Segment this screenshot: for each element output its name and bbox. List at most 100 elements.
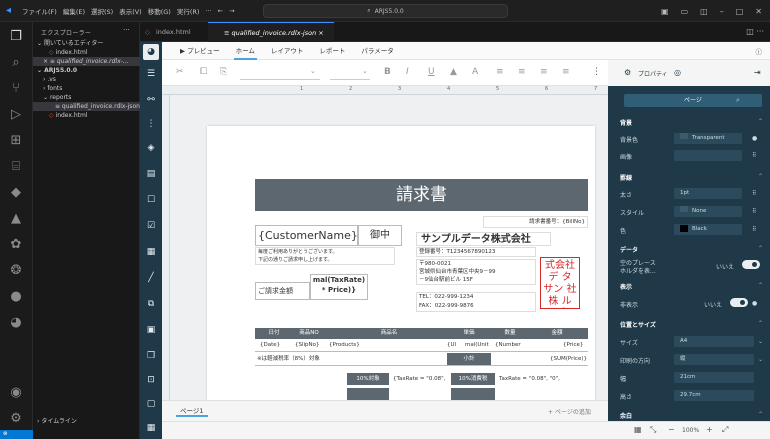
- back-icon[interactable]: ←: [218, 7, 223, 15]
- search-icon[interactable]: ⌕: [7, 54, 25, 72]
- align-center-icon[interactable]: ≡: [518, 67, 526, 77]
- contact-block[interactable]: TEL：022-999-1234 FAX：022-999-9876: [416, 292, 536, 312]
- menu-run[interactable]: 実行(R): [177, 6, 200, 16]
- file-invoice[interactable]: ≡ qualified_invoice.rdlx-json: [33, 102, 140, 111]
- report-page[interactable]: 請求書 請求書番号：{BillNo} {CustomerName} 御中 サンプ…: [207, 126, 595, 400]
- file-index[interactable]: ◇ index.html: [33, 111, 140, 120]
- registration-no[interactable]: 登録番号：T1234567890123: [416, 247, 536, 257]
- company-seal[interactable]: 式会社 デ タ サン 社株 ル プ: [540, 257, 580, 309]
- folder-reports[interactable]: ⌄ reports: [33, 93, 140, 102]
- timeline-header[interactable]: › タイムライン: [33, 417, 140, 426]
- hidden-toggle[interactable]: [730, 298, 748, 307]
- note-row[interactable]: ※は軽減税率（8%）対象 小計 {SUM(Price)}: [255, 353, 588, 366]
- forward-icon[interactable]: →: [229, 7, 234, 15]
- bgcolor-field[interactable]: Transparent: [674, 133, 742, 144]
- section-data[interactable]: データ: [620, 245, 638, 254]
- add-page-button[interactable]: + ページの追加: [548, 407, 591, 416]
- menu-go[interactable]: 移動(G): [148, 6, 171, 16]
- panel-icon[interactable]: ▭: [681, 7, 689, 16]
- grid-toggle-icon[interactable]: ▦: [634, 425, 642, 434]
- fill-color-icon[interactable]: ▲: [450, 67, 457, 77]
- align-right-icon[interactable]: ≡: [540, 67, 548, 77]
- font-family-select[interactable]: [240, 66, 320, 80]
- menu-icon[interactable]: ☰: [143, 66, 159, 82]
- align-left-icon[interactable]: ≡: [496, 67, 504, 77]
- tab-invoice[interactable]: ≡ qualified_invoice.rdlx-json ×: [208, 22, 334, 42]
- zoom-out-icon[interactable]: −: [668, 425, 675, 434]
- zoom-level[interactable]: 100%: [682, 427, 699, 434]
- design-canvas[interactable]: 請求書 請求書番号：{BillNo} {CustomerName} 御中 サンプ…: [162, 95, 608, 400]
- layout-icon[interactable]: ▣: [661, 7, 669, 16]
- tree-icon[interactable]: ⚯: [143, 92, 159, 108]
- remote-status-icon[interactable]: ⊗: [0, 430, 33, 439]
- zoom-in-icon[interactable]: +: [706, 425, 713, 434]
- menu-view[interactable]: 表示(V): [119, 6, 142, 16]
- properties-title[interactable]: プロパティ: [638, 69, 668, 78]
- command-search[interactable]: ⌕ ARJS5.0.0: [263, 4, 508, 18]
- bold-icon[interactable]: B: [384, 67, 391, 77]
- menu-select[interactable]: 選択(S): [91, 6, 113, 16]
- more-vertical-icon[interactable]: ⋮: [592, 67, 601, 77]
- table-header[interactable]: 日付 商品NO 商品名 単価 数量 金額: [255, 328, 588, 339]
- open-editor-item[interactable]: ◇ index.html: [33, 48, 140, 57]
- border-style-field[interactable]: None: [674, 206, 742, 217]
- menu-more[interactable]: ···: [205, 7, 211, 15]
- width-field[interactable]: 21cm: [674, 372, 754, 383]
- preview-button[interactable]: ▶ プレビュー: [178, 42, 222, 60]
- honorific[interactable]: 御中: [358, 225, 402, 246]
- section-position-size[interactable]: 位置とサイズ: [620, 320, 656, 329]
- search-icon[interactable]: ⌕: [736, 96, 740, 105]
- split-editor-icon[interactable]: ◫ ···: [746, 27, 764, 36]
- tab-parameters[interactable]: パラメータ: [359, 42, 395, 60]
- fit-icon[interactable]: ⤢: [722, 425, 728, 435]
- folder-root[interactable]: ⌄ ARJS5.0.0: [33, 66, 140, 75]
- section-background[interactable]: 背景: [620, 118, 632, 127]
- container-icon[interactable]: ▦: [143, 244, 159, 260]
- paste-icon[interactable]: ⎘: [220, 67, 227, 77]
- customer-name[interactable]: {CustomerName}: [255, 225, 358, 246]
- open-editors-header[interactable]: ⌄ 開いているエディター: [33, 39, 140, 48]
- amount-label[interactable]: ご請求金額: [255, 282, 310, 300]
- tab-layout[interactable]: レイアウト: [269, 42, 306, 60]
- title-banner[interactable]: 請求書: [255, 179, 588, 211]
- cut-icon[interactable]: ✂: [176, 67, 184, 77]
- font-color-icon[interactable]: A: [472, 67, 478, 77]
- list-icon[interactable]: ⋮: [143, 116, 159, 132]
- table-icon[interactable]: ▢: [143, 396, 159, 412]
- remote-icon[interactable]: ⌸: [7, 158, 25, 176]
- justify-icon[interactable]: ≡: [562, 67, 570, 77]
- gear-icon[interactable]: ⚙: [624, 68, 631, 77]
- section-margin[interactable]: 余白: [620, 411, 632, 420]
- copy-icon[interactable]: ⧠: [200, 67, 207, 77]
- line-icon[interactable]: ╱: [143, 270, 159, 286]
- data-icon[interactable]: ◎: [674, 68, 681, 77]
- snap-icon[interactable]: ⤡: [650, 425, 656, 435]
- database-icon[interactable]: ●: [7, 288, 25, 306]
- tab-home[interactable]: ホーム: [233, 42, 257, 60]
- maximize-icon[interactable]: □: [736, 7, 744, 16]
- company-name[interactable]: サンプルデータ株式会社: [416, 232, 551, 246]
- empty-placeholder-toggle[interactable]: [742, 260, 760, 269]
- tab-report[interactable]: レポート: [317, 42, 347, 60]
- info-icon[interactable]: ⓘ: [756, 46, 763, 56]
- openai-icon[interactable]: ❂: [7, 262, 25, 280]
- section-display[interactable]: 表示: [620, 282, 632, 291]
- extensions-icon[interactable]: ⊞: [7, 132, 25, 150]
- border-width-field[interactable]: 1pt: [674, 188, 742, 199]
- orientation-select[interactable]: 縦: [674, 354, 754, 365]
- invoice-number[interactable]: 請求書番号：{BillNo}: [483, 216, 588, 228]
- folder-fonts[interactable]: › fonts: [33, 84, 140, 93]
- layers-icon[interactable]: ◈: [143, 140, 159, 156]
- amount-value[interactable]: mal(TaxRate) * Price)}: [310, 274, 368, 300]
- grid-icon[interactable]: ▦: [143, 420, 159, 436]
- more-icon[interactable]: ···: [123, 26, 130, 34]
- checkbox-icon[interactable]: ☐: [143, 192, 159, 208]
- shape-icon[interactable]: ⧉: [143, 296, 159, 312]
- menu-file[interactable]: ファイル(F): [22, 6, 57, 16]
- checkbox2-icon[interactable]: ☑: [143, 218, 159, 234]
- textbox-icon[interactable]: ▤: [143, 166, 159, 182]
- copilot-icon[interactable]: ◕: [7, 314, 25, 332]
- selection-label[interactable]: ページ: [624, 94, 762, 107]
- height-field[interactable]: 29.7cm: [674, 390, 754, 401]
- tax-row[interactable]: 10%対象 {TaxRate = "0.08", 10%消費税 TaxRate …: [347, 373, 588, 386]
